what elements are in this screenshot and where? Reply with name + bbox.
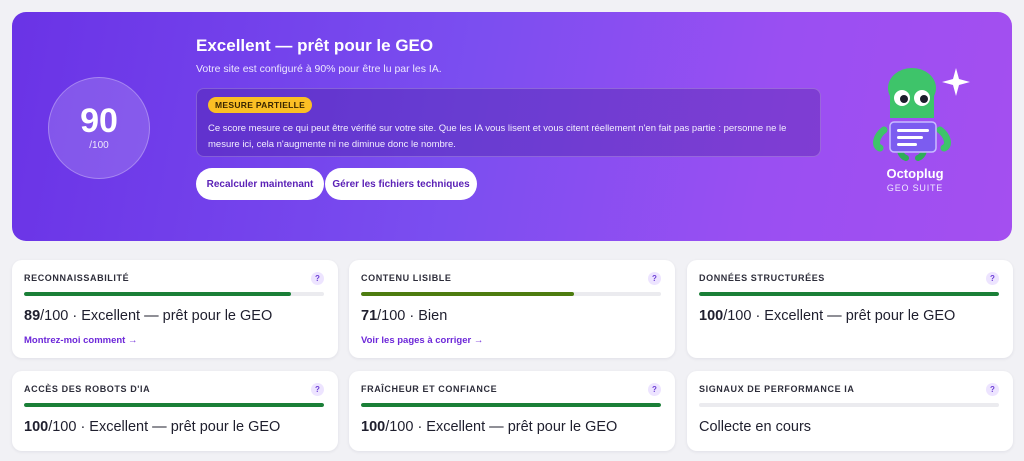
octopus-mascot-icon [873, 68, 970, 161]
show-me-how-link[interactable]: Montrez-moi comment → [24, 335, 137, 346]
help-icon[interactable]: ? [311, 272, 324, 285]
card-label: Signaux de performance IA [699, 384, 855, 394]
progress-track [699, 403, 999, 407]
card-score-number: 71 [361, 308, 378, 324]
card-score: 100/100 · Excellent — prêt pour le GEO [699, 308, 955, 324]
card-score-number: 100 [24, 419, 49, 435]
progress-track [699, 292, 999, 296]
brand-name: Octoplug [886, 166, 944, 181]
card-label: Reconnaissabilité [24, 273, 130, 283]
card-score-number: 100 [699, 308, 724, 324]
card-label: Fraîcheur et confiance [361, 384, 498, 394]
progress-track [24, 403, 324, 407]
partial-measure-notice: MESURE PARTIELLE Ce score mesure ce qui … [196, 88, 821, 157]
card-score: 71/100 · Bien [361, 308, 447, 324]
help-icon[interactable]: ? [311, 383, 324, 396]
card-score-text: Collecte en cours [699, 419, 812, 435]
card-score: 100/100 · Excellent — prêt pour le GEO [24, 419, 280, 435]
help-icon[interactable]: ? [986, 383, 999, 396]
progress-fill [361, 403, 661, 407]
pages-to-fix-link[interactable]: Voir les pages à corriger → [361, 335, 483, 346]
card-score-text: /100 · Excellent — prêt pour le GEO [40, 308, 273, 324]
card-freshness-trust: Fraîcheur et confiance ? 100/100 · Excel… [349, 371, 675, 451]
progress-fill [24, 403, 324, 407]
card-score-text: /100 · Excellent — prêt pour le GEO [48, 419, 281, 435]
card-label: Accès des robots d'IA [24, 384, 151, 394]
score-circle: 90 /100 [48, 77, 150, 179]
progress-fill [361, 292, 574, 296]
card-label: Contenu lisible [361, 273, 452, 283]
notice-text: Ce score mesure ce qui peut être vérifié… [208, 123, 787, 150]
progress-track [361, 403, 661, 407]
help-icon[interactable]: ? [648, 383, 661, 396]
card-score-number: 100 [361, 419, 386, 435]
card-ai-performance-signals: Signaux de performance IA ? Collecte en … [687, 371, 1013, 451]
hero-subtitle: Votre site est configuré à 90% pour être… [196, 63, 442, 75]
card-score: Collecte en cours [699, 419, 811, 435]
hero-title: Excellent — prêt pour le GEO [196, 36, 434, 55]
card-recognizability: Reconnaissabilité ? 89/100 · Excellent —… [12, 260, 338, 358]
card-ai-robots-access: Accès des robots d'IA ? 100/100 · Excell… [12, 371, 338, 451]
hero-panel: 90 /100 Excellent — prêt pour le GEO Vot… [12, 12, 1012, 241]
card-score: 100/100 · Excellent — prêt pour le GEO [361, 419, 617, 435]
manage-files-button[interactable]: Gérer les fichiers techniques [325, 168, 477, 200]
progress-track [24, 292, 324, 296]
progress-fill [24, 292, 291, 296]
recalculate-button[interactable]: Recalculer maintenant [196, 168, 324, 200]
card-score-text: /100 · Bien [377, 308, 448, 324]
progress-track [361, 292, 661, 296]
card-score-text: /100 · Excellent — prêt pour le GEO [723, 308, 956, 324]
card-score: 89/100 · Excellent — prêt pour le GEO [24, 308, 272, 324]
score-value: 90 [80, 102, 118, 140]
help-icon[interactable]: ? [986, 272, 999, 285]
progress-fill [699, 292, 999, 296]
help-icon[interactable]: ? [648, 272, 661, 285]
card-structured-data: Données structurées ? 100/100 · Excellen… [687, 260, 1013, 358]
score-max: /100 [89, 140, 109, 151]
partial-measure-badge: MESURE PARTIELLE [208, 97, 313, 113]
card-score-number: 89 [24, 308, 41, 324]
card-score-text: /100 · Excellent — prêt pour le GEO [385, 419, 618, 435]
card-readable-content: Contenu lisible ? 71/100 · Bien Voir les… [349, 260, 675, 358]
brand-subtitle: GEO SUITE [886, 183, 944, 193]
card-label: Données structurées [699, 273, 825, 283]
